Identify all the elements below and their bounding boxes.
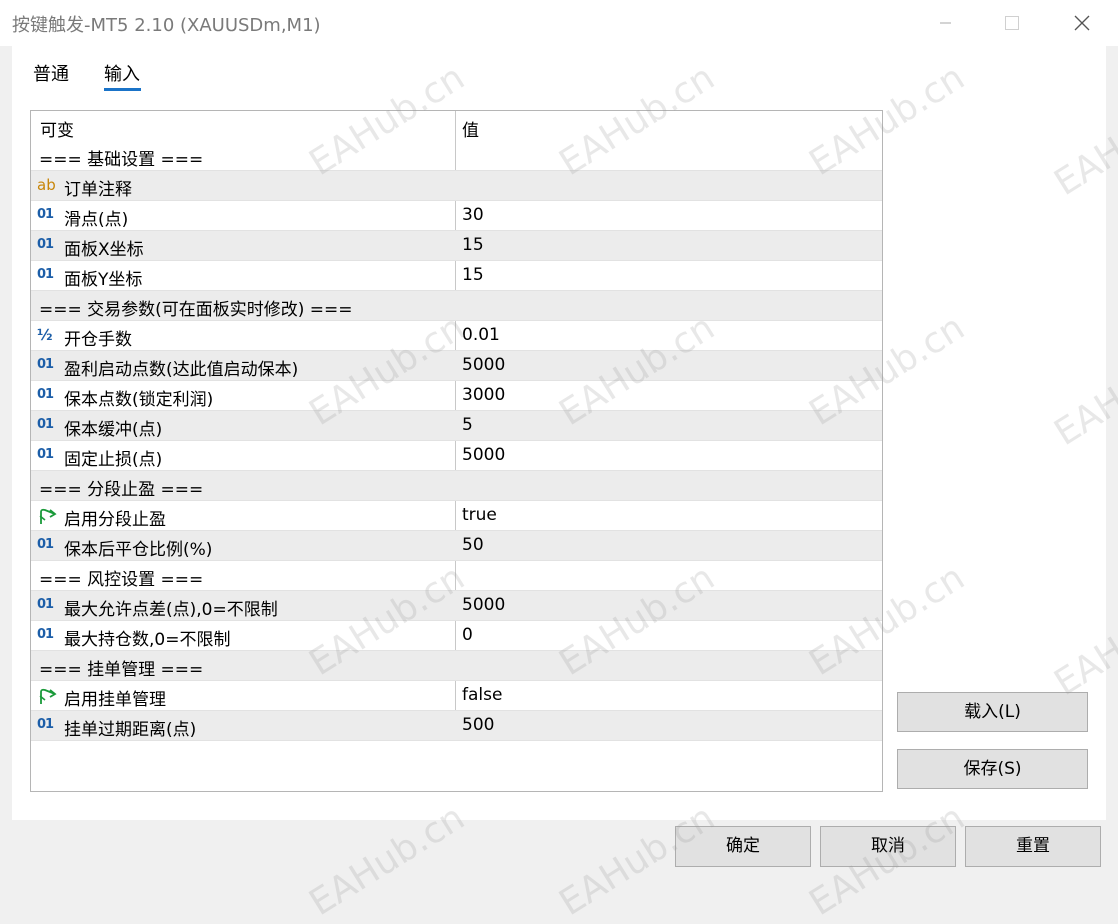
integer-type-icon: 01 (37, 717, 54, 732)
integer-type-icon: 01 (37, 387, 54, 402)
integer-type-icon: 01 (37, 237, 54, 252)
parameter-name: 面板X坐标 (64, 240, 144, 260)
parameter-value[interactable]: 15 (462, 265, 484, 285)
integer-type-icon: 01 (37, 357, 54, 372)
integer-type-icon: 01 (37, 267, 54, 282)
maximize-button[interactable] (982, 0, 1042, 46)
parameter-value[interactable]: 0.01 (462, 325, 500, 345)
parameter-row[interactable]: 01 面板X坐标 15 (31, 231, 882, 261)
parameter-value[interactable]: 5000 (462, 355, 505, 375)
parameter-row[interactable]: 01 挂单过期距离(点) 500 (31, 711, 882, 741)
parameter-name: 订单注释 (64, 180, 132, 200)
save-button[interactable]: 保存(S) (897, 749, 1088, 789)
section-label: === 风控设置 === (39, 570, 204, 590)
inputs-grid: 可变 值 === 基础设置 === ab 订单注释 01 滑点(点) 30 01 面板X坐标 1… (30, 110, 883, 792)
section-row[interactable]: === 分段止盈 === (31, 471, 882, 501)
parameter-row[interactable]: 01 保本缓冲(点) 5 (31, 411, 882, 441)
parameter-value[interactable]: 5000 (462, 445, 505, 465)
section-row[interactable]: === 风控设置 === (31, 561, 882, 591)
parameter-value[interactable]: 50 (462, 535, 484, 555)
parameter-name: 保本后平仓比例(%) (64, 540, 213, 560)
section-label: === 交易参数(可在面板实时修改) === (39, 300, 353, 320)
parameter-value[interactable]: 0 (462, 625, 473, 645)
parameter-name: 启用挂单管理 (64, 690, 166, 710)
parameter-name: 保本缓冲(点) (64, 420, 163, 440)
parameter-name: 挂单过期距离(点) (64, 720, 197, 740)
parameter-row[interactable]: ab 订单注释 (31, 171, 882, 201)
load-button[interactable]: 载入(L) (897, 692, 1088, 732)
parameter-value[interactable]: 5 (462, 415, 473, 435)
section-row[interactable]: === 交易参数(可在面板实时修改) === (31, 291, 882, 321)
parameter-row[interactable]: 启用挂单管理 false (31, 681, 882, 711)
parameter-row[interactable]: 01 保本点数(锁定利润) 3000 (31, 381, 882, 411)
minimize-icon (940, 22, 951, 24)
section-row[interactable]: === 基础设置 === (31, 141, 882, 171)
parameter-name: 盈利启动点数(达此值启动保本) (64, 360, 299, 380)
double-type-icon: ½ (37, 326, 53, 344)
parameter-value[interactable]: 15 (462, 235, 484, 255)
tab-inputs[interactable]: 输入 (104, 60, 140, 86)
string-type-icon: ab (37, 176, 56, 194)
parameter-name: 最大允许点差(点),0=不限制 (64, 600, 278, 620)
section-label: === 分段止盈 === (39, 480, 204, 500)
parameter-row[interactable]: 启用分段止盈 true (31, 501, 882, 531)
parameter-name: 固定止损(点) (64, 450, 163, 470)
integer-type-icon: 01 (37, 417, 54, 432)
integer-type-icon: 01 (37, 447, 54, 462)
parameter-row[interactable]: 01 最大持仓数,0=不限制 0 (31, 621, 882, 651)
parameter-name: 开仓手数 (64, 330, 132, 350)
parameter-name: 滑点(点) (64, 210, 129, 230)
parameter-name: 保本点数(锁定利润) (64, 390, 214, 410)
column-header-value[interactable]: 值 (462, 116, 479, 141)
parameter-row[interactable]: 01 保本后平仓比例(%) 50 (31, 531, 882, 561)
parameter-name: 面板Y坐标 (64, 270, 143, 290)
boolean-type-icon (37, 685, 57, 705)
tab-general[interactable]: 普通 (33, 60, 69, 86)
parameter-value[interactable]: false (462, 685, 502, 705)
maximize-icon (1005, 16, 1019, 30)
integer-type-icon: 01 (37, 207, 54, 222)
close-button[interactable] (1052, 0, 1112, 46)
section-row[interactable]: === 挂单管理 === (31, 651, 882, 681)
parameter-row[interactable]: 01 面板Y坐标 15 (31, 261, 882, 291)
close-icon (1074, 15, 1090, 31)
parameter-row[interactable]: 01 固定止损(点) 5000 (31, 441, 882, 471)
ok-button[interactable]: 确定 (675, 826, 811, 867)
section-label: === 挂单管理 === (39, 660, 204, 680)
window-title: 按键触发-MT5 2.10 (XAUUSDm,M1) (12, 15, 321, 36)
parameter-row[interactable]: 01 滑点(点) 30 (31, 201, 882, 231)
boolean-type-icon (37, 505, 57, 525)
section-label: === 基础设置 === (39, 150, 204, 170)
parameter-name: 启用分段止盈 (64, 510, 166, 530)
integer-type-icon: 01 (37, 597, 54, 612)
title-bar: 按键触发-MT5 2.10 (XAUUSDm,M1) (0, 0, 1118, 46)
parameter-value[interactable]: 3000 (462, 385, 505, 405)
parameter-value[interactable]: 30 (462, 205, 484, 225)
parameter-value[interactable]: 5000 (462, 595, 505, 615)
cancel-button[interactable]: 取消 (820, 826, 956, 867)
parameter-row[interactable]: 01 最大允许点差(点),0=不限制 5000 (31, 591, 882, 621)
integer-type-icon: 01 (37, 537, 54, 552)
parameter-row[interactable]: 01 盈利启动点数(达此值启动保本) 5000 (31, 351, 882, 381)
grid-rows: === 基础设置 === ab 订单注释 01 滑点(点) 30 01 面板X坐标 15 01 面板… (31, 141, 882, 741)
parameter-value[interactable]: true (462, 505, 497, 525)
parameter-name: 最大持仓数,0=不限制 (64, 630, 231, 650)
integer-type-icon: 01 (37, 627, 54, 642)
grid-header: 可变 值 (31, 111, 882, 141)
active-tab-indicator (104, 88, 141, 91)
column-header-variable[interactable]: 可变 (40, 116, 74, 141)
parameter-row[interactable]: ½ 开仓手数 0.01 (31, 321, 882, 351)
minimize-button[interactable] (915, 0, 975, 46)
parameter-value[interactable]: 500 (462, 715, 494, 735)
reset-button[interactable]: 重置 (965, 826, 1101, 867)
